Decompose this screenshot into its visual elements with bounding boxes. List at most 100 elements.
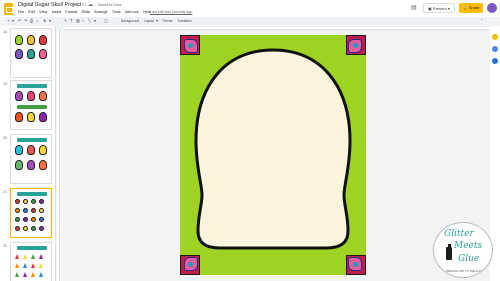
corner-ornament — [346, 255, 366, 275]
star-icon[interactable]: ☆ — [76, 2, 80, 8]
chevron-down-icon[interactable]: ▾ — [12, 18, 14, 24]
paint-format-icon[interactable]: ⌂ — [36, 18, 39, 24]
lock-icon: 🔒 — [462, 5, 468, 10]
pattern-thumb — [23, 199, 28, 204]
undo-icon[interactable]: ↶ — [18, 18, 22, 24]
skull-thumb — [27, 160, 35, 170]
document-title[interactable]: Digital Sugar Skull Project — [18, 2, 82, 8]
slide-number: 19 — [3, 82, 7, 86]
skull-thumb — [15, 49, 23, 59]
pattern-thumb — [39, 199, 44, 204]
layout-button[interactable]: Layout — [144, 19, 154, 23]
horizontal-ruler[interactable] — [64, 27, 490, 30]
banner-thumb — [17, 105, 47, 109]
zoom-icon[interactable]: ⊕ — [43, 18, 47, 24]
pattern-thumb — [31, 226, 36, 231]
slide-number: 22 — [3, 244, 7, 248]
slide-thumbnail[interactable] — [10, 134, 52, 184]
comment-add-icon[interactable]: ▢ — [104, 18, 108, 24]
slide-number: 21 — [3, 190, 7, 194]
theme-button[interactable]: Theme — [162, 19, 173, 23]
toolbar: + ▾ ↶ ↷ ⎙ ⌂ ⊕ ▾ ↖ T ▨ ○ ╲ ▾ ▢ Background… — [4, 17, 490, 25]
menu-tools[interactable]: Tools — [112, 10, 121, 14]
transition-button[interactable]: Transition — [177, 19, 192, 23]
menu-arrange[interactable]: Arrange — [94, 10, 108, 14]
image-icon[interactable]: ▨ — [76, 18, 80, 24]
slide-number: 20 — [3, 136, 7, 140]
share-button[interactable]: 🔒 Share — [459, 3, 483, 13]
pattern-thumb — [23, 263, 27, 268]
redo-icon[interactable]: ↷ — [24, 18, 28, 24]
skull-thumb — [27, 145, 35, 155]
current-slide[interactable] — [180, 35, 366, 275]
chevron-down-icon[interactable]: ▾ — [94, 18, 96, 24]
skull-thumb — [27, 91, 35, 101]
tasks-icon[interactable] — [492, 46, 498, 52]
pattern-thumb — [15, 226, 20, 231]
brand-text: Glue — [458, 254, 480, 264]
pattern-thumb — [31, 208, 36, 213]
slide-thumbnail-selected[interactable] — [10, 188, 52, 238]
skull-thumb — [39, 112, 47, 122]
skull-thumb — [39, 35, 47, 45]
pattern-thumb — [31, 217, 36, 222]
save-status: Saved to Drive — [98, 2, 122, 7]
menu-edit[interactable]: Edit — [28, 10, 35, 14]
corner-ornament — [180, 255, 200, 275]
banner-thumb — [17, 84, 47, 88]
chevron-down-icon[interactable]: ▾ — [49, 18, 51, 24]
vertical-ruler[interactable] — [57, 30, 60, 281]
comments-icon[interactable]: ▤ — [411, 4, 417, 11]
select-cursor-icon[interactable]: ↖ — [64, 18, 68, 24]
corner-ornament — [180, 35, 200, 55]
print-icon[interactable]: ⎙ — [30, 18, 33, 24]
pattern-thumb — [39, 254, 43, 259]
background-button[interactable]: Background — [121, 19, 139, 23]
line-icon[interactable]: ╲ — [88, 18, 91, 24]
slide-thumbnail[interactable] — [10, 80, 52, 130]
present-button[interactable]: ▣ Present ▾ — [423, 3, 455, 13]
skull-thumb — [39, 145, 47, 155]
menu-addons[interactable]: Add-ons — [125, 10, 139, 14]
banner-thumb — [17, 246, 47, 250]
new-slide-icon[interactable]: + — [7, 18, 9, 24]
skull-thumb — [27, 112, 35, 122]
title-bar: Digital Sugar Skull Project ☆ ▭ ☁ Saved … — [0, 0, 500, 17]
slide-filmstrip[interactable]: 18 19 20 21 22 — [0, 26, 56, 281]
pattern-thumb — [31, 263, 35, 268]
pattern-thumb — [23, 208, 28, 213]
keep-icon[interactable] — [492, 34, 498, 40]
pattern-thumb — [15, 272, 19, 277]
slides-logo[interactable] — [4, 3, 13, 15]
menu-insert[interactable]: Insert — [52, 10, 62, 14]
menu-slide[interactable]: Slide — [82, 10, 90, 14]
chevron-up-icon[interactable]: ⌃ — [480, 18, 484, 24]
slide-thumbnail[interactable] — [10, 28, 52, 78]
chevron-down-icon[interactable]: ▾ — [448, 6, 450, 11]
chevron-down-icon[interactable]: ▾ — [156, 18, 158, 24]
last-edit-link[interactable]: Last edit was seconds ago — [150, 10, 192, 14]
text-box-icon[interactable]: T — [70, 18, 73, 24]
pattern-thumb — [23, 254, 27, 259]
slide-thumbnail[interactable] — [10, 242, 52, 281]
pattern-thumb — [15, 263, 19, 268]
pattern-thumb — [31, 199, 36, 204]
pattern-thumb — [15, 217, 20, 222]
contacts-icon[interactable] — [492, 58, 498, 64]
pattern-thumb — [39, 226, 44, 231]
skull-thumb — [15, 91, 23, 101]
present-icon: ▣ — [428, 6, 432, 11]
menu-format[interactable]: Format — [65, 10, 77, 14]
skull-outline[interactable] — [180, 35, 366, 275]
glue-bottle-icon — [446, 244, 452, 260]
folder-icon[interactable]: ▭ — [82, 2, 87, 8]
menu-view[interactable]: View — [39, 10, 47, 14]
skull-thumb — [39, 160, 47, 170]
shape-icon[interactable]: ○ — [82, 18, 85, 24]
skull-thumb — [27, 35, 35, 45]
corner-ornament — [346, 35, 366, 55]
avatar[interactable] — [487, 3, 497, 13]
menu-file[interactable]: File — [18, 10, 24, 14]
pattern-thumb — [23, 272, 27, 277]
pattern-thumb — [15, 208, 20, 213]
